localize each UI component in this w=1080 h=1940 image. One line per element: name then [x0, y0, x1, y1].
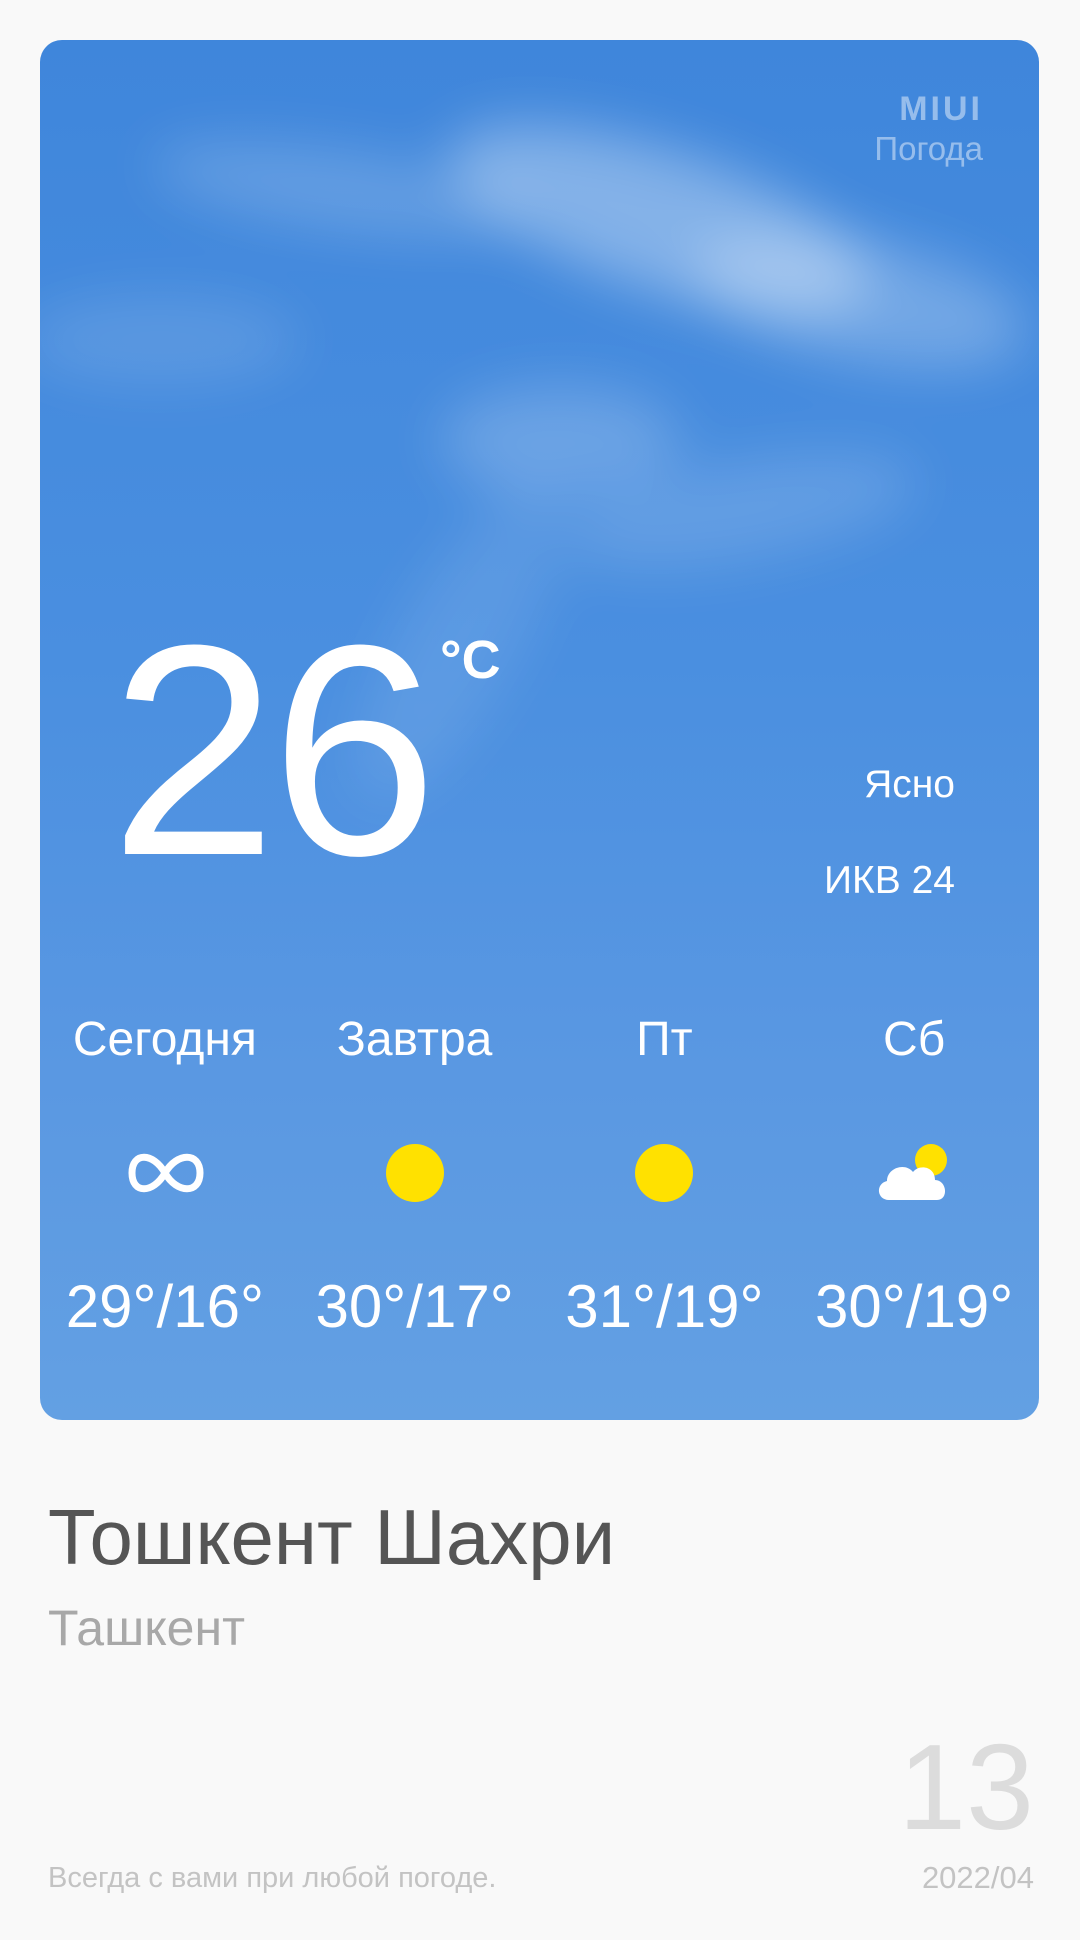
forecast-item-tomorrow[interactable]: Завтра 30°/17° — [290, 1010, 540, 1350]
forecast-temps: 29°/16° — [65, 1273, 264, 1340]
forecast-item-saturday[interactable]: Сб 30°/19° — [789, 1010, 1039, 1350]
sun-icon — [635, 1144, 694, 1202]
forecast-day: Пт — [636, 1013, 693, 1066]
temperature-unit: °C — [440, 630, 501, 690]
partly-cloudy-icon — [879, 1144, 948, 1200]
forecast-item-today[interactable]: Сегодня 29°/16° — [40, 1010, 290, 1350]
haze-icon — [128, 1153, 204, 1193]
forecast-item-friday[interactable]: Пт 31°/19° — [540, 1010, 790, 1350]
tagline: Всегда с вами при любой погоде. — [48, 1862, 497, 1894]
current-temperature: 26 — [110, 582, 438, 918]
app-name: Погода — [874, 130, 983, 167]
forecast-day: Сб — [883, 1013, 946, 1066]
weather-card[interactable]: MIUI Погода 26 °C Ясно ИКВ 24 Сегодня 29… — [40, 40, 1039, 1420]
weather-condition: Ясно — [864, 763, 955, 806]
brand-block: MIUI Погода — [874, 90, 983, 170]
sun-icon — [385, 1144, 444, 1202]
forecast-temps: 31°/19° — [565, 1273, 764, 1340]
city-subtitle: Ташкент — [48, 1600, 245, 1656]
year-month: 2022/04 — [921, 1860, 1034, 1895]
forecast-temps: 30°/17° — [315, 1273, 514, 1340]
forecast-day: Сегодня — [72, 1013, 257, 1066]
forecast-row: Сегодня 29°/16° Завтра 30°/17° Пт 31°/19… — [40, 1010, 1039, 1350]
forecast-temps: 30°/19° — [815, 1273, 1014, 1340]
city-name: Тошкент Шахри — [48, 1493, 616, 1581]
forecast-day: Завтра — [336, 1013, 493, 1066]
air-quality-index: ИКВ 24 — [824, 859, 955, 902]
day-of-month: 13 — [898, 1719, 1034, 1855]
miui-logo: MIUI — [899, 90, 983, 128]
